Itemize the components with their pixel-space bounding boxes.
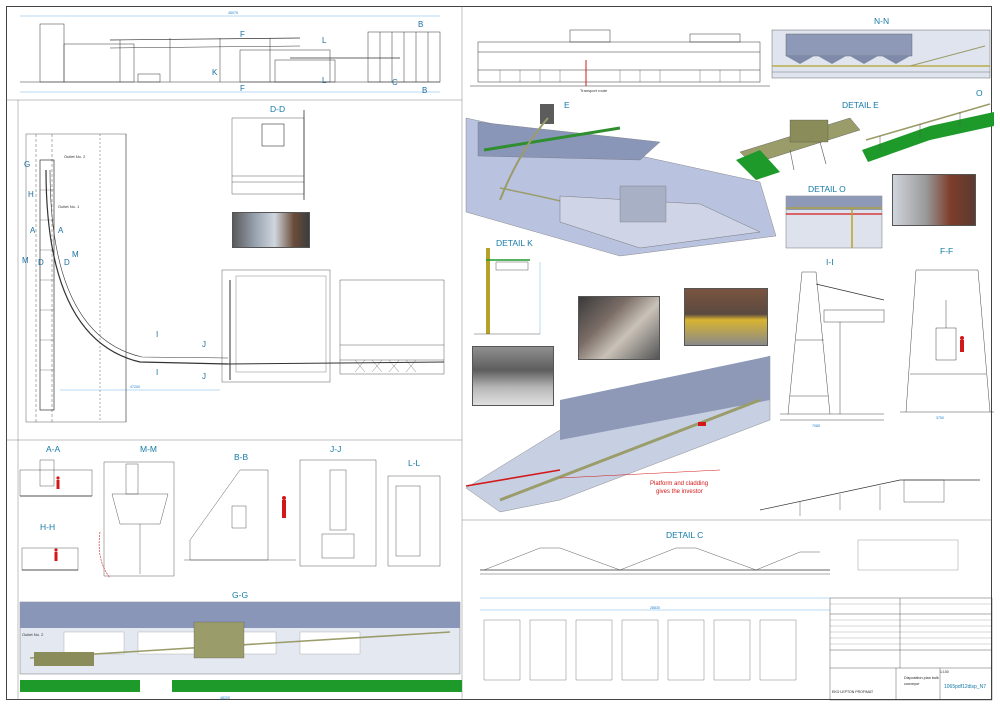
aa-view — [19, 459, 93, 497]
mark-b-bottom: B — [422, 86, 428, 95]
tb-scale: 1:100 — [940, 670, 949, 674]
tb-drawing-no: 1065pdf12disp_N7 — [944, 684, 986, 690]
mark-d-left: D — [38, 258, 44, 267]
photo-site-2 — [472, 346, 554, 406]
mark-d-right: D — [64, 258, 70, 267]
jj-view — [299, 459, 377, 567]
mark-k: K — [212, 68, 218, 77]
label-o: O — [976, 88, 983, 98]
label-e: E — [564, 100, 570, 110]
mark-c: C — [392, 78, 398, 87]
middle-elevation — [470, 29, 770, 87]
mark-f-top: F — [240, 30, 245, 39]
label-bb: B-B — [234, 452, 249, 462]
dim-detail-c-total: 28830 — [650, 606, 660, 610]
detail-o — [785, 195, 883, 249]
side-view — [759, 479, 980, 516]
mark-h: H — [28, 190, 34, 199]
ll-view — [387, 475, 441, 567]
label-ii: I-I — [826, 257, 834, 267]
top-elevation — [20, 15, 441, 93]
label-aa: A-A — [46, 444, 61, 454]
mark-f-bottom: F — [240, 84, 245, 93]
note-transport-route: Transport route — [580, 88, 608, 93]
photo-site-1 — [232, 212, 310, 248]
label-dd: D-D — [270, 104, 286, 114]
tb-company: EKO LEPTON PROFIMAT — [832, 690, 874, 694]
label-ll: L-L — [408, 458, 421, 468]
ii-view — [780, 271, 885, 421]
mark-a-right: A — [58, 226, 64, 235]
mark-i-top: I — [156, 330, 159, 339]
mark-m-right: M — [72, 250, 79, 259]
label-ff: F-F — [940, 246, 954, 256]
mark-l-bottom: L — [322, 76, 327, 85]
mm-view — [103, 461, 175, 577]
dim-plan-run: 47200 — [130, 385, 140, 389]
dd-view — [231, 110, 305, 200]
mark-b-top: B — [418, 20, 424, 29]
tb-description-2: conveyor — [904, 682, 920, 686]
mark-i-bottom: I — [156, 368, 159, 377]
bb-view — [184, 469, 296, 561]
photo-site-3 — [578, 296, 660, 360]
hh-view — [21, 547, 79, 571]
dim-top-total: 45075 — [228, 11, 238, 15]
label-detail-o: DETAIL O — [808, 184, 846, 194]
dim-gg-total: 48200 — [220, 696, 230, 700]
dim-ff-span: 3750 — [936, 416, 944, 420]
mark-g: G — [24, 160, 31, 169]
detail-c — [480, 547, 830, 681]
photo-site-5 — [892, 174, 976, 226]
label-jj: J-J — [330, 444, 342, 454]
mark-j-bottom: J — [202, 372, 206, 381]
ff-view — [900, 269, 994, 413]
nn-view — [771, 29, 991, 79]
detail-e-model — [736, 103, 994, 180]
note-platform-1: Platform and cladding — [650, 481, 709, 487]
mark-l-top: L — [322, 36, 327, 45]
detail-k — [474, 248, 541, 335]
mark-a-left: A — [30, 226, 36, 235]
mark-j-top: J — [202, 340, 206, 349]
label-mm: M-M — [140, 444, 157, 454]
label-gg: G-G — [232, 590, 249, 600]
legend-block — [857, 539, 959, 571]
tb-description-1: Disposition plan bulk — [904, 676, 939, 680]
mark-m-left: M — [22, 256, 29, 265]
note-outlet-2: Outlet No. 2 — [64, 154, 86, 159]
plan-view — [25, 133, 445, 423]
gg-view — [19, 601, 462, 692]
photo-site-4 — [684, 288, 768, 346]
label-hh: H-H — [40, 522, 56, 532]
ff-person — [960, 336, 964, 352]
note-platform-2: gives the investor — [656, 489, 703, 495]
note-outlet-2-gg: Outlet No. 2 — [22, 632, 44, 637]
label-detail-k: DETAIL K — [496, 238, 533, 248]
label-detail-e: DETAIL E — [842, 100, 879, 110]
model-e — [465, 104, 777, 257]
dim-i-span: 7085 — [812, 424, 820, 428]
note-outlet-1: Outlet No. 1 — [58, 204, 80, 209]
label-nn: N-N — [874, 16, 890, 26]
label-detail-c: DETAIL C — [666, 530, 704, 540]
